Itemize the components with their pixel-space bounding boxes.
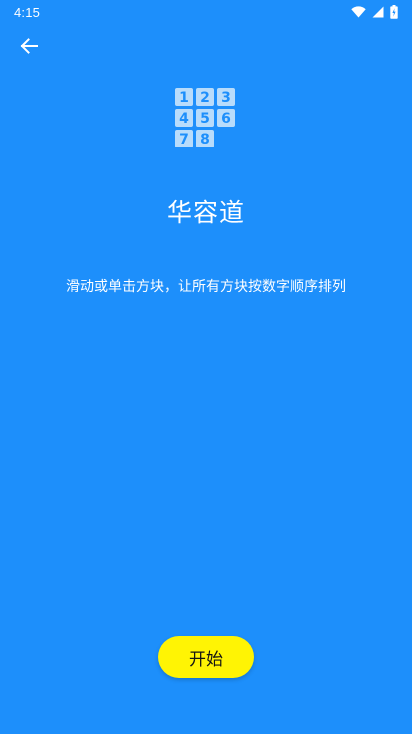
svg-text:6: 6 xyxy=(221,111,231,127)
logo-tile: 4 xyxy=(175,109,193,127)
instructions-text: 滑动或单击方块，让所有方块按数字顺序排列 xyxy=(66,279,346,295)
logo-tile: 6 xyxy=(217,109,235,127)
battery-icon xyxy=(390,5,398,19)
svg-text:3: 3 xyxy=(221,90,231,106)
status-time: 4:15 xyxy=(14,4,41,20)
puzzle-grid-icon: 1 2 3 4 5 6 7 8 xyxy=(175,88,235,148)
logo-tile: 5 xyxy=(196,109,214,127)
back-button[interactable] xyxy=(14,33,44,63)
svg-text:7: 7 xyxy=(179,132,189,147)
logo-tile: 7 xyxy=(175,130,193,148)
signal-icon xyxy=(372,6,384,18)
logo-tile: 2 xyxy=(196,88,214,106)
start-button[interactable]: 开始 xyxy=(158,636,254,678)
page-title: 华容道 xyxy=(166,198,245,227)
svg-text:4: 4 xyxy=(179,111,189,127)
status-bar: 4:15 xyxy=(0,0,412,24)
wifi-icon xyxy=(351,6,366,18)
status-icons xyxy=(351,5,398,19)
arrow-left-icon xyxy=(20,38,38,58)
logo-tile: 8 xyxy=(196,130,214,148)
svg-text:1: 1 xyxy=(179,90,189,106)
svg-text:8: 8 xyxy=(200,132,210,147)
logo-tile: 3 xyxy=(217,88,235,106)
app-logo: 123 456 78 xyxy=(173,87,237,148)
logo-tile: 1 xyxy=(175,88,193,106)
svg-text:2: 2 xyxy=(200,90,210,106)
svg-text:5: 5 xyxy=(200,111,210,127)
